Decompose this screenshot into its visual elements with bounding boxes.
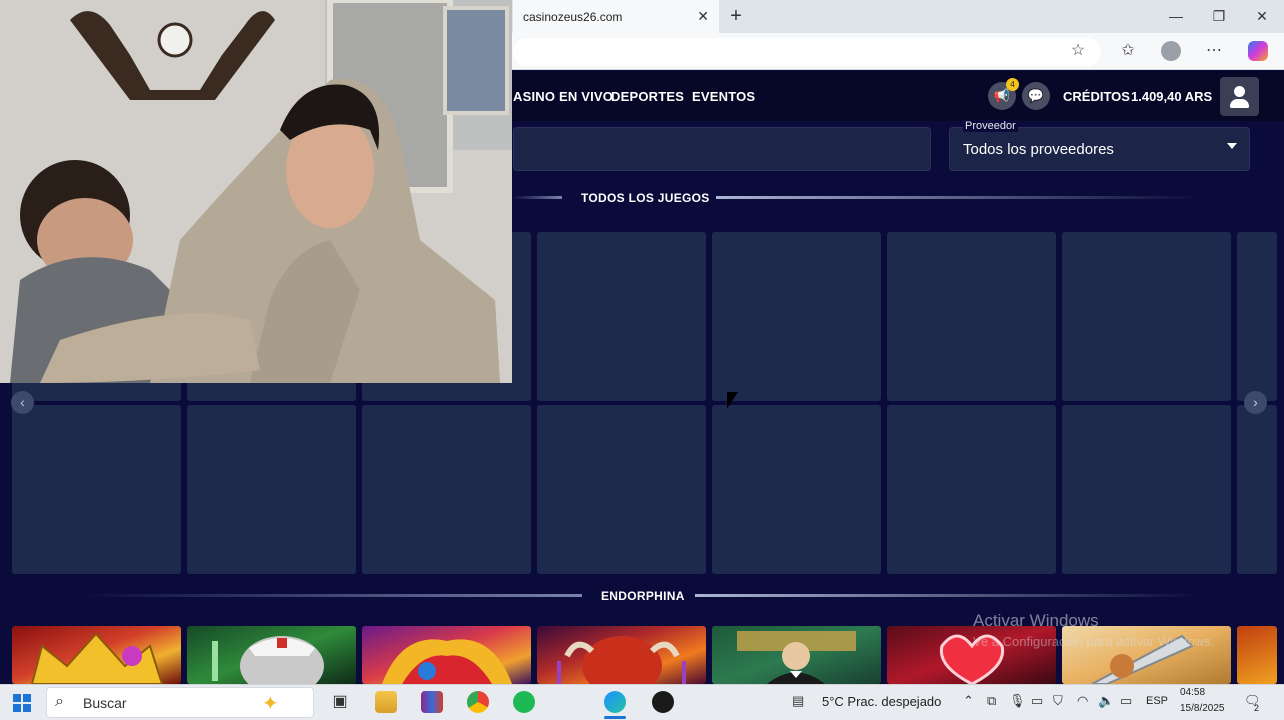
provider-selected-value: Todos los proveedores: [963, 141, 1114, 158]
maximize-button[interactable]: ❐: [1209, 6, 1229, 26]
notification-badge: 4: [1006, 78, 1019, 91]
browser-tab[interactable]: casinozeus26.com ✕: [513, 0, 719, 33]
taskbar-search-placeholder: Buscar: [83, 695, 127, 711]
language-indicator[interactable]: ESP: [1146, 695, 1168, 707]
section-divider-right: [716, 196, 1200, 199]
game-tile[interactable]: [887, 405, 1056, 574]
carousel-next-icon[interactable]: ›: [1244, 391, 1267, 414]
copilot-icon[interactable]: [1248, 41, 1268, 61]
mouse-cursor-icon: [727, 392, 738, 409]
game-tile[interactable]: [1237, 405, 1277, 574]
tab-title: casinozeus26.com: [523, 9, 623, 24]
game-tile[interactable]: [712, 405, 881, 574]
activate-windows-title: Activar Windows: [973, 611, 1099, 630]
webcam-overlay: [0, 0, 512, 383]
cat-doctor-icon: [212, 636, 324, 684]
dealer-icon: [737, 631, 856, 684]
activate-windows-subtitle: Ve a Configuración para activar Windows.: [973, 634, 1215, 649]
tray-app-icon[interactable]: ⧉: [987, 693, 996, 709]
user-icon: [1234, 86, 1245, 97]
game-tile[interactable]: [1062, 232, 1231, 401]
game-tile[interactable]: [712, 232, 881, 401]
windows-start-icon[interactable]: [13, 694, 31, 712]
game-thumbnail-doctor-cat[interactable]: [187, 626, 356, 684]
battery-icon[interactable]: ▭: [1120, 693, 1132, 709]
notification-count: 2: [1254, 703, 1260, 713]
sparkle-icon: ✦: [262, 693, 279, 715]
provider-label: Proveedor: [963, 120, 1018, 132]
game-thumbnail-dealer[interactable]: [712, 626, 881, 684]
tray-monitor-icon[interactable]: ▭: [1031, 693, 1043, 709]
more-menu-icon[interactable]: ⋯: [1203, 40, 1225, 62]
wifi-icon[interactable]: ◠: [1077, 693, 1088, 709]
credits-label: CRÉDITOS: [1063, 89, 1130, 104]
chevron-up-icon[interactable]: ⌃: [963, 693, 974, 709]
volume-icon[interactable]: 🔈: [1098, 693, 1114, 709]
section-divider-left: [513, 196, 562, 199]
game-thumbnail-mask[interactable]: [362, 626, 531, 684]
shield-icon[interactable]: ⛉: [1053, 693, 1063, 709]
chrome-icon[interactable]: [467, 691, 489, 713]
profile-avatar-icon[interactable]: [1161, 41, 1181, 61]
game-tile[interactable]: [187, 405, 356, 574]
search-icon: ⌕: [55, 693, 64, 710]
spotify-icon[interactable]: [513, 691, 535, 713]
favorite-star-icon[interactable]: ☆: [1067, 40, 1089, 62]
minimize-button[interactable]: —: [1166, 6, 1186, 26]
clock-date[interactable]: 15/8/2025: [1180, 703, 1240, 714]
active-app-indicator: [604, 716, 626, 719]
task-view-icon[interactable]: ▣: [329, 691, 351, 713]
favorites-icon[interactable]: ✩: [1117, 40, 1139, 62]
section-title-all-games: TODOS LOS JUEGOS: [581, 191, 710, 205]
game-tile[interactable]: [537, 232, 706, 401]
buffalo-icon: [557, 636, 686, 684]
edge-icon[interactable]: [604, 691, 626, 713]
weather-icon[interactable]: ▤: [792, 693, 804, 709]
crown-icon: [30, 632, 164, 684]
mask-icon: [382, 639, 512, 684]
section-divider-right: [695, 594, 1200, 597]
tab-close-icon[interactable]: ✕: [697, 8, 709, 25]
game-tile[interactable]: [887, 232, 1056, 401]
nav-eventos[interactable]: EVENTOS: [692, 89, 755, 104]
game-thumbnail-buffalo[interactable]: [537, 626, 706, 684]
clock-time[interactable]: 04:58: [1180, 687, 1240, 698]
game-tile[interactable]: [1062, 405, 1231, 574]
weather-text[interactable]: 5°C Prac. despejado: [822, 694, 941, 709]
game-tile[interactable]: [362, 405, 531, 574]
game-search-input[interactable]: [513, 127, 931, 171]
game-tile[interactable]: [537, 405, 706, 574]
game-tile[interactable]: [1237, 232, 1277, 401]
game-thumbnail-crown[interactable]: [12, 626, 181, 684]
nav-deportes[interactable]: DEPORTES: [611, 89, 684, 104]
carousel-prev-icon[interactable]: ‹: [11, 391, 34, 414]
winrar-icon[interactable]: [421, 691, 443, 713]
credits-value: 1.409,40 ARS: [1131, 89, 1213, 104]
game-tile[interactable]: [12, 405, 181, 574]
address-bar[interactable]: [513, 38, 1101, 66]
nav-casino-en-vivo[interactable]: ASINO EN VIVO: [513, 89, 613, 104]
game-thumbnail-partial[interactable]: [1237, 626, 1277, 684]
microphone-icon[interactable]: 🎙: [1009, 693, 1026, 709]
obs-icon[interactable]: [652, 691, 674, 713]
chat-icon[interactable]: 💬: [1022, 82, 1050, 110]
chevron-down-icon[interactable]: [1227, 143, 1237, 149]
webcam-image: [0, 0, 512, 383]
new-tab-button[interactable]: +: [726, 5, 746, 27]
close-window-button[interactable]: ✕: [1252, 6, 1272, 26]
file-explorer-icon[interactable]: [375, 691, 397, 713]
section-divider-left: [80, 594, 582, 597]
user-account-button[interactable]: [1220, 77, 1259, 116]
section-title-endorphina: ENDORPHINA: [601, 589, 685, 603]
